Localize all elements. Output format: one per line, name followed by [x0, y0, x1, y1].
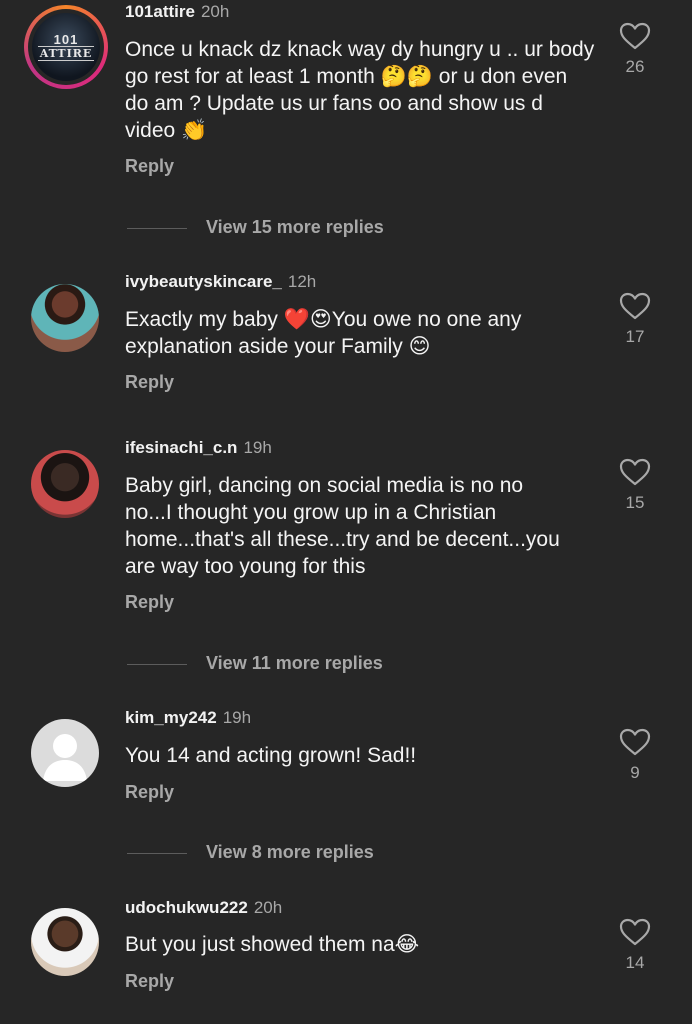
divider-line	[127, 228, 187, 229]
username[interactable]: kim_my242	[125, 708, 217, 727]
like-button[interactable]: 14	[618, 918, 652, 973]
avatar[interactable]	[31, 719, 99, 787]
timestamp: 20h	[200, 2, 230, 21]
comment-meta: udochukwu222 20h	[125, 898, 282, 918]
comment-meta: 101attire 20h	[125, 2, 229, 22]
reply-button[interactable]: Reply	[125, 372, 174, 393]
heart-outline-icon	[619, 22, 651, 50]
like-count: 26	[625, 57, 645, 76]
like-count: 9	[630, 763, 640, 782]
heart-outline-icon	[619, 292, 651, 320]
avatar[interactable]	[31, 284, 99, 352]
timestamp: 19h	[222, 708, 252, 727]
comment-text: Once u knack dz knack way dy hungry u ..…	[125, 38, 595, 142]
divider-line	[127, 664, 187, 665]
comment-meta: kim_my242 19h	[125, 708, 251, 728]
comment-text: Exactly my baby ❤️😍You owe no one any ex…	[125, 308, 522, 358]
like-count: 15	[625, 493, 645, 512]
attire-logo: 101 ATTIRE	[32, 13, 100, 81]
comment-text: Baby girl, dancing on social media is no…	[125, 474, 560, 578]
timestamp: 20h	[253, 898, 283, 917]
like-button[interactable]: 15	[618, 458, 652, 513]
like-count: 14	[625, 953, 645, 972]
reply-button[interactable]: Reply	[125, 592, 174, 613]
avatar[interactable]	[31, 908, 99, 976]
heart-outline-icon	[619, 728, 651, 756]
reply-button[interactable]: Reply	[125, 782, 174, 803]
heart-outline-icon	[619, 458, 651, 486]
comment-meta: ivybeautyskincare_ 12h	[125, 272, 316, 292]
reply-button[interactable]: Reply	[125, 971, 174, 992]
username[interactable]: udochukwu222	[125, 898, 248, 917]
username[interactable]: ivybeautyskincare_	[125, 272, 282, 291]
like-count: 17	[625, 327, 645, 346]
username[interactable]: ifesinachi_c.n	[125, 438, 237, 457]
like-button[interactable]: 17	[618, 292, 652, 347]
divider-line	[127, 853, 187, 854]
comment-text: You 14 and acting grown! Sad!!	[125, 744, 417, 767]
avatar[interactable]: 101 ATTIRE	[24, 5, 108, 89]
comment-meta: ifesinachi_c.n 19h	[125, 438, 272, 458]
username[interactable]: 101attire	[125, 2, 195, 21]
heart-outline-icon	[619, 918, 651, 946]
timestamp: 12h	[287, 272, 317, 291]
reply-button[interactable]: Reply	[125, 156, 174, 177]
timestamp: 19h	[243, 438, 272, 457]
like-button[interactable]: 26	[618, 22, 652, 77]
comment-text: But you just showed them na😂	[125, 933, 420, 956]
avatar[interactable]	[31, 450, 99, 518]
like-button[interactable]: 9	[618, 728, 652, 783]
person-silhouette-icon	[43, 734, 87, 781]
